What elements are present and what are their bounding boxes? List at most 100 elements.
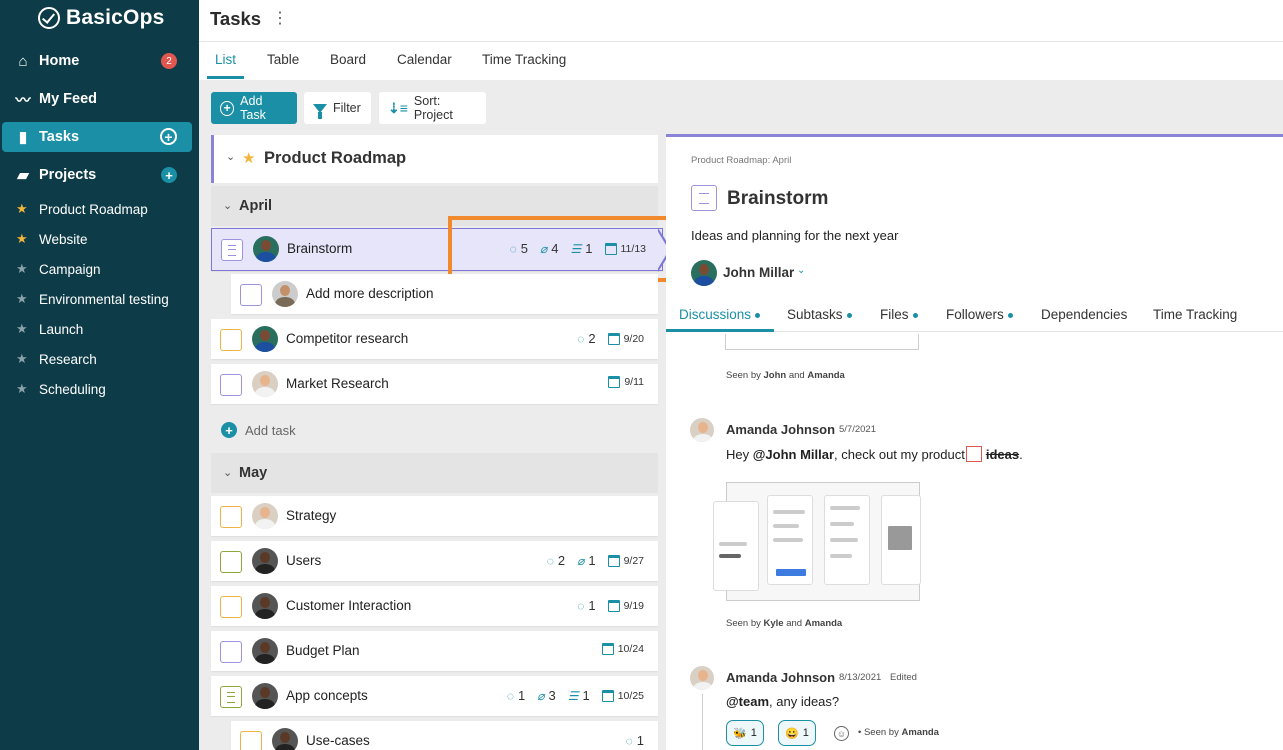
grin-emoji-icon: 😀 xyxy=(785,727,799,740)
tab-files[interactable]: Files xyxy=(880,307,918,322)
task-checkbox[interactable] xyxy=(220,596,242,618)
table-row[interactable]: Strategy xyxy=(211,496,658,536)
task-checkbox[interactable] xyxy=(240,731,262,750)
tab-dependencies[interactable]: Dependencies xyxy=(1041,307,1127,322)
reaction-button[interactable]: 😀 1 xyxy=(778,720,816,746)
tab-discussions[interactable]: Discussions xyxy=(679,307,761,322)
page-header: Tasks ⋮ xyxy=(199,0,1283,42)
task-checkbox[interactable] xyxy=(240,284,262,306)
task-meta: 10/24 xyxy=(601,643,644,655)
mention: @John Millar xyxy=(752,447,835,462)
group-title: April xyxy=(239,198,273,214)
task-name: Competitor research xyxy=(286,331,409,346)
table-row[interactable]: Market Research 9/11 xyxy=(211,364,658,404)
sidebar-project-item[interactable]: ★ Product Roadmap xyxy=(0,198,199,220)
nav-my-feed[interactable]: 〰 My Feed xyxy=(0,84,199,114)
tab-subtasks[interactable]: Subtasks xyxy=(787,307,852,322)
chevron-down-icon[interactable]: ⌄ xyxy=(223,199,232,212)
table-row[interactable]: Customer Interaction ◌ 1 9/19 xyxy=(211,586,658,626)
add-task-button[interactable]: + Add Task xyxy=(211,92,297,124)
calendar-icon xyxy=(607,599,620,612)
chevron-down-icon[interactable]: ⌄ xyxy=(223,466,232,479)
tab-time-tracking[interactable]: Time Tracking xyxy=(482,52,566,67)
reaction-button[interactable]: 🐝 1 xyxy=(726,720,764,746)
table-row[interactable]: Use-cases ◌ 1 xyxy=(231,721,658,750)
comment-author[interactable]: Amanda Johnson xyxy=(726,670,835,685)
task-name: Users xyxy=(286,553,322,568)
more-options-icon[interactable]: ⋮ xyxy=(272,8,288,28)
sidebar-project-item[interactable]: ★ Launch xyxy=(0,318,199,340)
task-name: Use-cases xyxy=(306,733,370,748)
task-checkbox[interactable] xyxy=(220,641,242,663)
checkbox-icon xyxy=(965,446,982,462)
tab-time-tracking[interactable]: Time Tracking xyxy=(1153,307,1237,322)
due-date: 9/20 xyxy=(607,332,644,345)
task-checkbox[interactable] xyxy=(220,506,242,528)
tab-table[interactable]: Table xyxy=(267,52,299,67)
subtasks-count: ☰ 1 xyxy=(567,688,590,703)
add-project-plus-icon[interactable]: + xyxy=(161,167,177,183)
reaction-count: 1 xyxy=(802,727,809,739)
add-task-link[interactable]: + Add task xyxy=(221,422,296,438)
task-checkbox[interactable] xyxy=(220,551,242,573)
view-tabs: List Table Board Calendar Time Tracking xyxy=(199,42,1283,80)
sidebar-project-item[interactable]: ★ Environmental testing xyxy=(0,288,199,310)
task-type-icon[interactable] xyxy=(691,185,717,211)
folder-icon: ▰ xyxy=(17,167,29,184)
avatar xyxy=(253,236,279,262)
table-row[interactable]: App concepts ◌ 1 ⌀ 3 ☰ 1 10/25 xyxy=(211,676,658,716)
table-row[interactable]: Competitor research ◌ 2 9/20 xyxy=(211,319,658,359)
attachment-image[interactable] xyxy=(713,482,921,601)
app-logo[interactable]: BasicOps xyxy=(38,6,164,30)
star-icon[interactable]: ★ xyxy=(242,149,255,167)
table-row[interactable]: Add more description xyxy=(231,274,658,314)
edited-label: Edited xyxy=(890,672,917,683)
table-row[interactable]: Users ◌ 2 ⌀ 1 9/27 xyxy=(211,541,658,581)
filter-button[interactable]: Filter xyxy=(304,92,371,124)
task-checkbox[interactable] xyxy=(220,329,242,351)
task-name: Add more description xyxy=(306,286,434,301)
mockup-screen xyxy=(767,495,813,585)
comment-author[interactable]: Amanda Johnson xyxy=(726,422,835,437)
comment-text: @team, any ideas? xyxy=(726,694,840,709)
sidebar-project-item[interactable]: ★ Website xyxy=(0,228,199,250)
sidebar-project-item[interactable]: ★ Research xyxy=(0,348,199,370)
task-description[interactable]: Ideas and planning for the next year xyxy=(691,228,898,243)
attachment-image[interactable] xyxy=(725,334,919,350)
tab-followers[interactable]: Followers xyxy=(946,307,1013,322)
sidebar-project-item[interactable]: ★ Scheduling xyxy=(0,378,199,400)
comments-count: ◌ 2 xyxy=(577,331,596,346)
add-reaction-icon[interactable]: ☺ xyxy=(834,726,849,741)
project-header[interactable]: ⌄ ★ Product Roadmap xyxy=(211,135,658,183)
comments-count: ◌ 2 xyxy=(546,553,566,568)
breadcrumb[interactable]: Product Roadmap: April xyxy=(691,155,791,166)
chevron-down-icon[interactable]: ⌄ xyxy=(226,150,235,163)
nav-projects[interactable]: ▰ Projects + xyxy=(0,160,199,190)
comment-icon: ◌ xyxy=(546,553,554,568)
nav-tasks[interactable]: ▮ Tasks + xyxy=(2,122,192,152)
task-name: Strategy xyxy=(286,508,337,523)
comments-count: ◌ 1 xyxy=(625,733,644,748)
task-owner[interactable]: John Millar xyxy=(723,265,794,280)
task-checkbox[interactable] xyxy=(220,686,242,708)
sort-button[interactable]: ⇣≡ Sort: Project xyxy=(379,92,486,124)
chevron-down-icon[interactable]: ⌄ xyxy=(797,265,805,276)
tab-calendar[interactable]: Calendar xyxy=(397,52,452,67)
tab-board[interactable]: Board xyxy=(330,52,366,67)
plus-icon: + xyxy=(220,100,235,116)
group-header[interactable]: ⌄ May xyxy=(211,453,658,493)
nav-tasks-label: Tasks xyxy=(39,129,80,145)
task-checkbox[interactable] xyxy=(220,374,242,396)
table-row[interactable]: Budget Plan 10/24 xyxy=(211,631,658,671)
reaction-count: 1 xyxy=(750,727,757,739)
nav-home[interactable]: ⌂ Home 2 xyxy=(0,46,199,76)
comments-count: ◌ 1 xyxy=(506,688,526,703)
sidebar-project-item[interactable]: ★ Campaign xyxy=(0,258,199,280)
active-tab-indicator xyxy=(207,76,244,79)
paperclip-icon: ⌀ xyxy=(577,553,585,568)
add-task-plus-icon[interactable]: + xyxy=(160,128,177,145)
group-title: May xyxy=(239,465,268,481)
task-checkbox[interactable] xyxy=(221,239,243,261)
task-title[interactable]: Brainstorm xyxy=(727,188,828,210)
tab-list[interactable]: List xyxy=(215,52,236,67)
